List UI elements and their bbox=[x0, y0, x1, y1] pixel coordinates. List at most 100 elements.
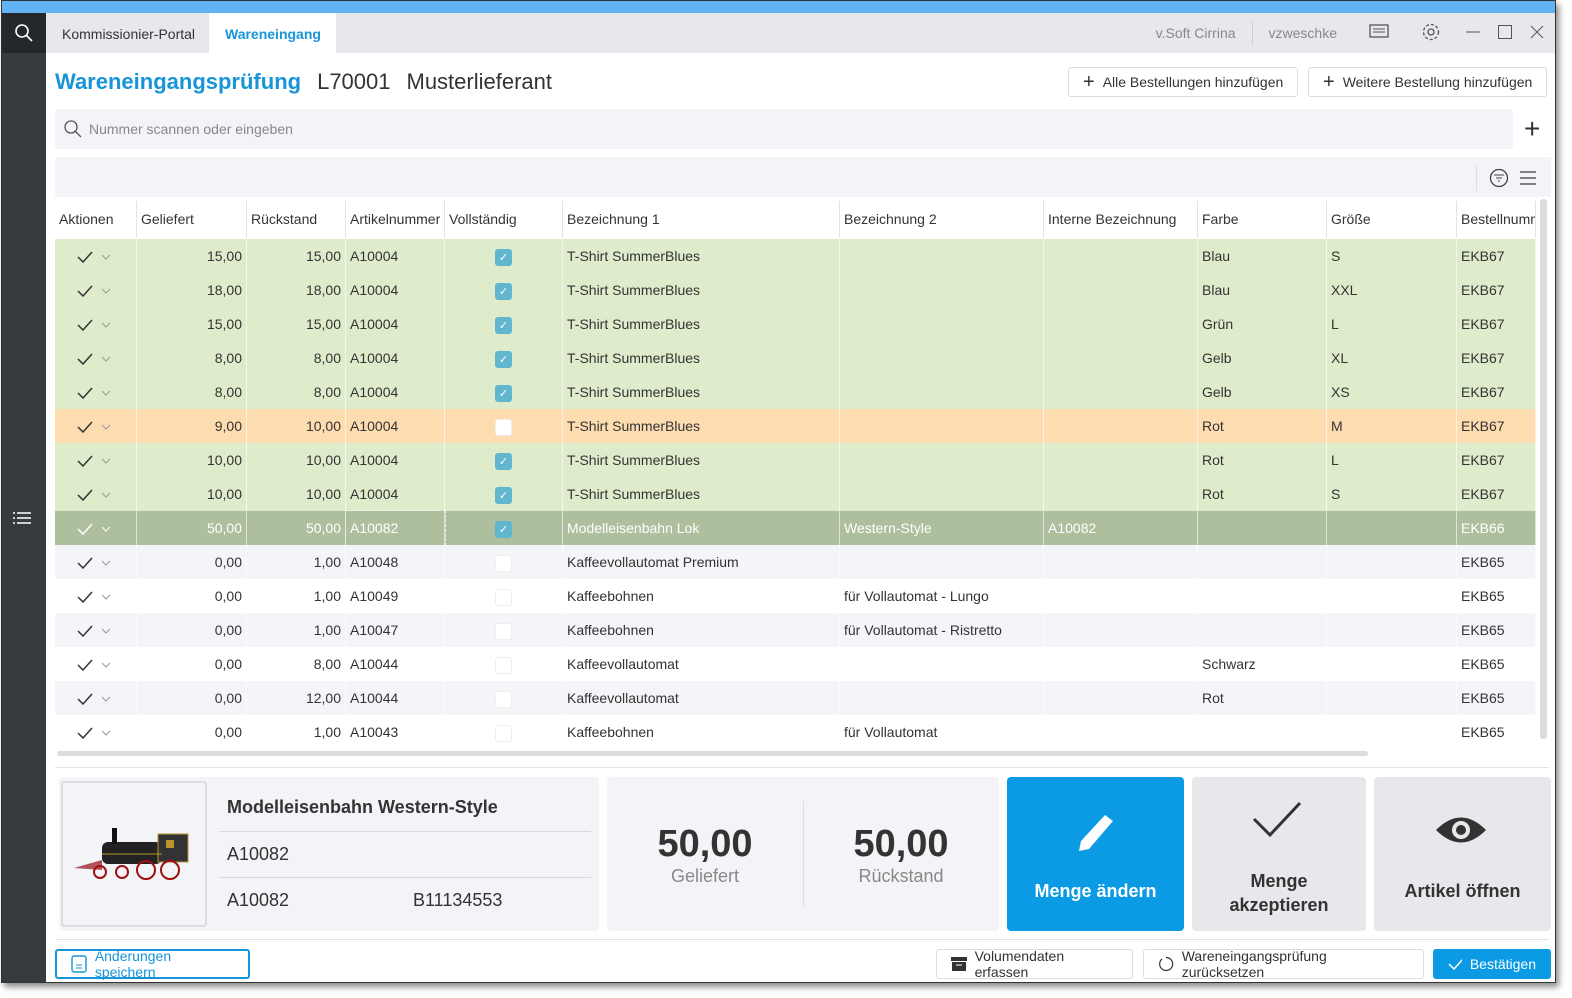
column-header-delivered[interactable]: Geliefert bbox=[137, 201, 247, 238]
accept-row-icon[interactable] bbox=[77, 523, 93, 536]
table-row[interactable]: 0,00 1,00 A10047 Kaffeebohnen für Vollautoma… bbox=[55, 613, 1536, 647]
table-row[interactable]: 15,00 15,00 A10004 ✓ T-Shirt SummerBlues Grün… bbox=[55, 307, 1536, 341]
accept-row-icon[interactable] bbox=[77, 251, 93, 264]
complete-checkbox[interactable] bbox=[495, 622, 512, 640]
chevron-down-icon[interactable] bbox=[101, 628, 111, 635]
table-row[interactable]: 0,00 8,00 A10044 Kaffeevollautomat Schwarz EK… bbox=[55, 647, 1536, 681]
cell-actions[interactable] bbox=[55, 545, 137, 579]
column-header-actions[interactable]: Aktionen bbox=[55, 201, 137, 238]
minimize-button[interactable] bbox=[1457, 24, 1489, 43]
accept-row-icon[interactable] bbox=[77, 557, 93, 570]
table-row[interactable]: 15,00 15,00 A10004 ✓ T-Shirt SummerBlues Blau… bbox=[55, 239, 1536, 273]
accept-row-icon[interactable] bbox=[77, 387, 93, 400]
cell-complete[interactable] bbox=[445, 647, 563, 681]
chevron-down-icon[interactable] bbox=[101, 322, 111, 329]
table-row[interactable]: 50,00 50,00 A10082 ✓ Modelleisenbahn Lok West… bbox=[55, 510, 1536, 546]
accept-row-icon[interactable] bbox=[77, 693, 93, 706]
cell-complete[interactable] bbox=[445, 545, 563, 579]
chevron-down-icon[interactable] bbox=[101, 526, 111, 533]
chevron-down-icon[interactable] bbox=[101, 730, 111, 737]
open-article-button[interactable]: Artikel öffnen bbox=[1374, 777, 1551, 931]
chevron-down-icon[interactable] bbox=[101, 390, 111, 397]
cell-actions[interactable] bbox=[55, 375, 137, 409]
complete-checkbox[interactable]: ✓ bbox=[495, 350, 512, 368]
chevron-down-icon[interactable] bbox=[101, 696, 111, 703]
table-row[interactable]: 8,00 8,00 A10004 ✓ T-Shirt SummerBlues Gelb XL… bbox=[55, 341, 1536, 375]
horizontal-scrollbar[interactable] bbox=[57, 751, 1368, 756]
chevron-down-icon[interactable] bbox=[101, 594, 111, 601]
column-header-complete[interactable]: Vollständig bbox=[445, 201, 563, 238]
add-all-orders-button[interactable]: + Alle Bestellungen hinzufügen bbox=[1068, 67, 1299, 97]
cell-actions[interactable] bbox=[55, 715, 137, 749]
cell-actions[interactable] bbox=[55, 477, 137, 511]
save-changes-button[interactable]: Änderungen speichern bbox=[55, 948, 250, 980]
accept-row-icon[interactable] bbox=[77, 489, 93, 502]
complete-checkbox[interactable] bbox=[495, 656, 512, 674]
cell-complete[interactable]: ✓ bbox=[445, 239, 563, 273]
chevron-down-icon[interactable] bbox=[101, 492, 111, 499]
accept-row-icon[interactable] bbox=[77, 659, 93, 672]
vertical-scrollbar[interactable] bbox=[1540, 199, 1547, 739]
messages-button[interactable] bbox=[1353, 23, 1405, 43]
accept-row-icon[interactable] bbox=[77, 353, 93, 366]
cell-actions[interactable] bbox=[55, 341, 137, 375]
cell-complete[interactable]: ✓ bbox=[445, 443, 563, 477]
chevron-down-icon[interactable] bbox=[101, 254, 111, 261]
chevron-down-icon[interactable] bbox=[101, 424, 111, 431]
chevron-down-icon[interactable] bbox=[101, 356, 111, 363]
complete-checkbox[interactable]: ✓ bbox=[495, 520, 512, 538]
complete-checkbox[interactable]: ✓ bbox=[495, 486, 512, 504]
accept-row-icon[interactable] bbox=[77, 455, 93, 468]
scan-input[interactable]: Nummer scannen oder eingeben bbox=[55, 109, 1513, 149]
accept-row-icon[interactable] bbox=[77, 319, 93, 332]
accept-row-icon[interactable] bbox=[77, 591, 93, 604]
column-header-backlog[interactable]: Rückstand bbox=[247, 201, 346, 238]
accept-row-icon[interactable] bbox=[77, 625, 93, 638]
cell-actions[interactable] bbox=[55, 443, 137, 477]
table-row[interactable]: 10,00 10,00 A10004 ✓ T-Shirt SummerBlues Rot S… bbox=[55, 477, 1536, 511]
cell-actions[interactable] bbox=[55, 273, 137, 307]
table-row[interactable]: 9,00 10,00 A10004 T-Shirt SummerBlues Rot M EK… bbox=[55, 409, 1536, 443]
table-row[interactable]: 0,00 12,00 A10044 Kaffeevollautomat Rot EKB65 bbox=[55, 681, 1536, 715]
cell-actions[interactable] bbox=[55, 511, 137, 545]
complete-checkbox[interactable]: ✓ bbox=[495, 384, 512, 402]
chevron-down-icon[interactable] bbox=[101, 288, 111, 295]
accept-row-icon[interactable] bbox=[77, 727, 93, 740]
cell-complete[interactable] bbox=[445, 681, 563, 715]
cell-actions[interactable] bbox=[55, 647, 137, 681]
menu-list-button[interactable] bbox=[12, 510, 32, 533]
accept-row-icon[interactable] bbox=[77, 285, 93, 298]
cell-actions[interactable] bbox=[55, 307, 137, 341]
column-header-article-number[interactable]: Artikelnummer bbox=[346, 201, 445, 238]
complete-checkbox[interactable]: ✓ bbox=[495, 316, 512, 334]
cell-complete[interactable] bbox=[445, 613, 563, 647]
cell-complete[interactable]: ✓ bbox=[445, 511, 563, 545]
cell-complete[interactable]: ✓ bbox=[445, 477, 563, 511]
table-row[interactable]: 0,00 1,00 A10049 Kaffeebohnen für Vollautoma… bbox=[55, 579, 1536, 613]
complete-checkbox[interactable] bbox=[495, 588, 512, 606]
cell-complete[interactable]: ✓ bbox=[445, 341, 563, 375]
chevron-down-icon[interactable] bbox=[101, 662, 111, 669]
accept-row-icon[interactable] bbox=[77, 421, 93, 434]
cell-actions[interactable] bbox=[55, 613, 137, 647]
complete-checkbox[interactable]: ✓ bbox=[495, 282, 512, 300]
complete-checkbox[interactable] bbox=[495, 418, 512, 436]
complete-checkbox[interactable] bbox=[495, 724, 512, 742]
user-name[interactable]: vzweschke bbox=[1253, 25, 1353, 41]
cell-complete[interactable]: ✓ bbox=[445, 273, 563, 307]
volume-data-button[interactable]: Volumendaten erfassen bbox=[936, 948, 1133, 980]
sidebar-search-button[interactable] bbox=[2, 13, 46, 53]
cell-complete[interactable] bbox=[445, 579, 563, 613]
cell-complete[interactable] bbox=[445, 715, 563, 749]
cell-actions[interactable] bbox=[55, 409, 137, 443]
close-button[interactable] bbox=[1521, 24, 1555, 43]
reset-check-button[interactable]: Wareneingangsprüfung zurücksetzen bbox=[1143, 948, 1424, 980]
filter-icon[interactable] bbox=[1489, 168, 1509, 188]
add-scan-button[interactable]: + bbox=[1524, 113, 1540, 145]
table-row[interactable]: 18,00 18,00 A10004 ✓ T-Shirt SummerBlues Blau… bbox=[55, 273, 1536, 307]
column-header-description-2[interactable]: Bezeichnung 2 bbox=[840, 201, 1044, 238]
table-row[interactable]: 0,00 1,00 A10043 Kaffeebohnen für Vollautoma… bbox=[55, 715, 1536, 749]
change-quantity-button[interactable]: Menge ändern bbox=[1007, 777, 1184, 931]
chevron-down-icon[interactable] bbox=[101, 560, 111, 567]
cell-actions[interactable] bbox=[55, 681, 137, 715]
